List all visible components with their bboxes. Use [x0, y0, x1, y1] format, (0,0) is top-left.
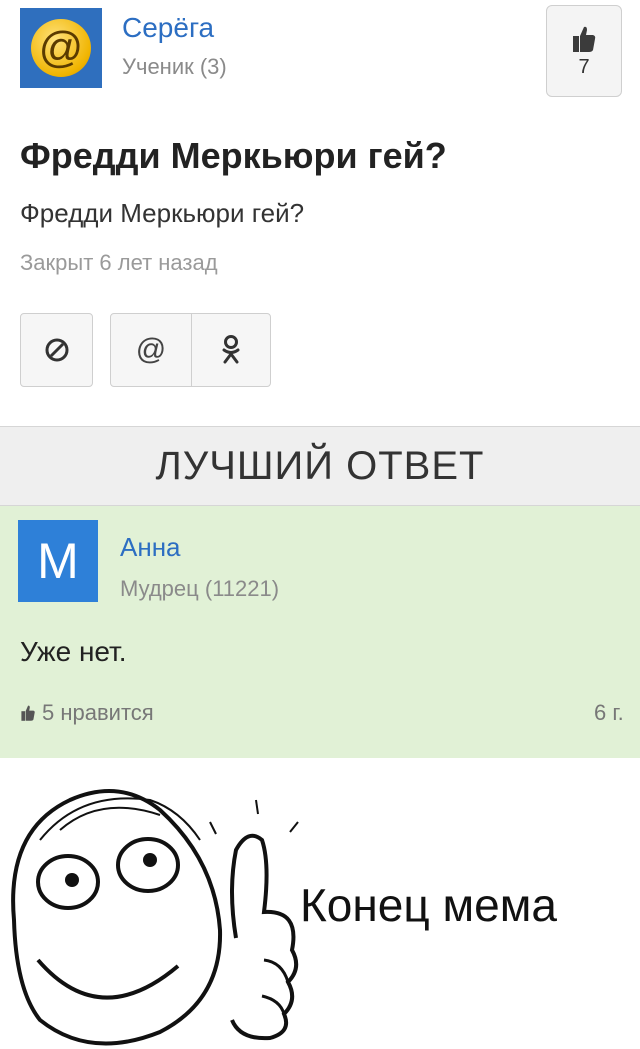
answer-likes-label: 5 нравится — [42, 700, 154, 725]
mail-at-icon: @ — [135, 333, 167, 366]
share-mail-button[interactable]: @ — [110, 313, 192, 387]
avatar-letter: М — [37, 533, 79, 589]
thumbs-up-icon — [573, 26, 596, 52]
best-answer-heading: ЛУЧШИЙ ОТВЕТ — [155, 443, 485, 488]
question-title: Фредди Меркьюри гей? — [20, 135, 447, 176]
answer-author-rank: Мудрец (11221) — [120, 576, 280, 601]
share-ok-button[interactable] — [191, 313, 271, 387]
at-sign-icon: @ — [31, 19, 91, 77]
answer-age: 6 г. — [594, 700, 624, 725]
answer-text: Уже нет. — [20, 636, 127, 667]
question-text: Фредди Меркьюри гей? — [20, 198, 305, 228]
meme-caption: Конец мема — [300, 879, 557, 931]
answer-author-name[interactable]: Анна — [120, 532, 181, 563]
question-like-button[interactable]: 7 — [546, 5, 622, 97]
block-icon — [45, 338, 68, 362]
question-author-rank: Ученик (3) — [122, 54, 227, 79]
answer-author-avatar[interactable]: М — [18, 520, 98, 602]
best-answer-header: ЛУЧШИЙ ОТВЕТ — [0, 426, 640, 506]
block-button[interactable] — [20, 313, 93, 387]
question-author-avatar[interactable]: @ — [20, 8, 102, 88]
odnoklassniki-icon — [222, 335, 240, 364]
thumbs-up-meme-face — [11, 789, 299, 1046]
question-author-name[interactable]: Серёга — [122, 12, 214, 44]
thumbs-up-icon — [21, 705, 35, 721]
answer-like-button[interactable]: 5 нравится — [20, 700, 154, 726]
like-count: 7 — [578, 55, 590, 78]
question-status: Закрыт 6 лет назад — [20, 250, 218, 275]
